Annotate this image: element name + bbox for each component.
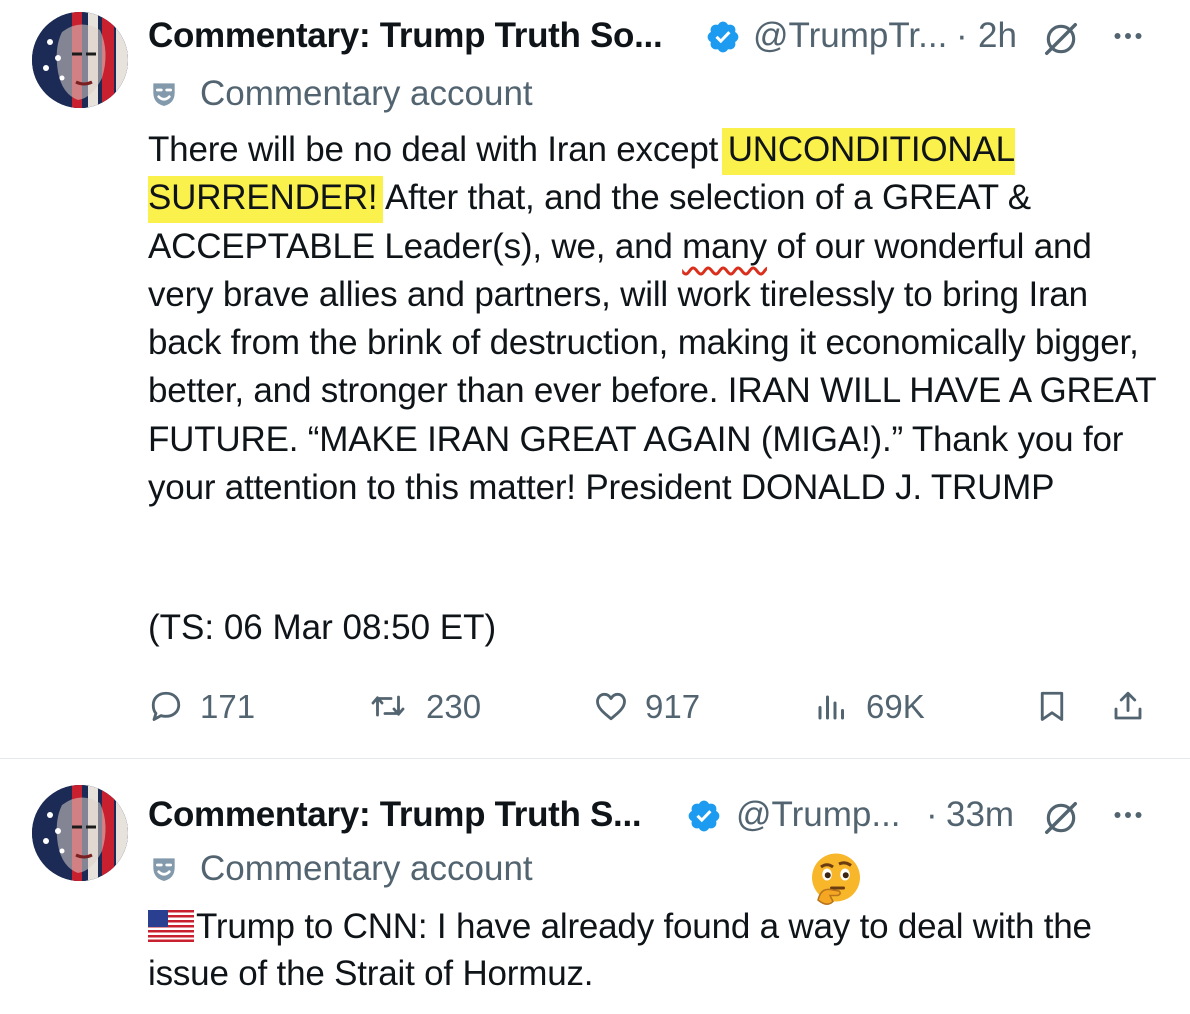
tweet-header: Commentary: Trump Truth So... @TrumpTr..… [148,8,1160,58]
tweet-header: Commentary: Trump Truth S... @Trump... ·… [148,787,1160,837]
tweet-text-content: Trump to CNN: I have already found a way… [148,907,1092,993]
views-chart-icon [818,695,844,720]
author-handle[interactable]: @TrumpTr... [753,16,947,56]
author-handle[interactable]: @Trump... [736,795,901,835]
commentary-account-label: Commentary account [200,74,533,113]
commentary-mask-icon [153,858,175,881]
reply-count: 171 [200,688,256,725]
tweet-time[interactable]: 33m [946,795,1014,835]
avatar[interactable] [32,785,128,881]
tweet-actions: 171 230 917 69K [148,682,1158,732]
more-options-icon[interactable] [1110,797,1146,833]
separator-dot: · [956,16,968,55]
author-name[interactable]: Commentary: Trump Truth So... [148,16,663,56]
tweet-2[interactable]: Commentary: Trump Truth S... @Trump... ·… [0,759,1190,1014]
tweet-1[interactable]: Commentary: Trump Truth So... @TrumpTr..… [0,0,1190,759]
repost-count: 230 [426,688,482,725]
tweet-time[interactable]: 2h [978,16,1017,56]
grok-icon[interactable] [1042,799,1080,837]
tweet-text: Trump to CNN: I have already found a way… [148,903,1168,997]
author-name[interactable]: Commentary: Trump Truth S... [148,795,642,835]
heart-icon [596,692,626,721]
grok-icon[interactable] [1042,20,1080,58]
timestamp-note: (TS: 06 Mar 08:50 ET) [148,608,497,647]
us-flag-icon [148,910,194,942]
bookmark-icon [1040,691,1064,721]
reply-icon [151,691,181,721]
avatar[interactable] [32,12,128,108]
like-count: 917 [645,688,701,725]
spellcheck-underlined-word: many [682,226,767,266]
more-options-icon[interactable] [1110,18,1146,54]
verified-badge-icon [707,21,739,53]
tweet-text-part: of our wonderful and very brave allies a… [148,226,1156,508]
share-icon [1114,691,1142,720]
thinking-face-emoji [812,853,860,905]
repost-icon [371,695,405,717]
commentary-account-label: Commentary account [200,849,533,888]
separator-dot: · [926,795,938,834]
verified-badge-icon [688,800,720,832]
commentary-mask-icon [153,83,175,106]
views-count: 69K [866,688,925,725]
tweet-text: There will be no deal with Iran except U… [148,126,1158,512]
tweet-text-part: There will be no deal with Iran except [148,130,728,169]
